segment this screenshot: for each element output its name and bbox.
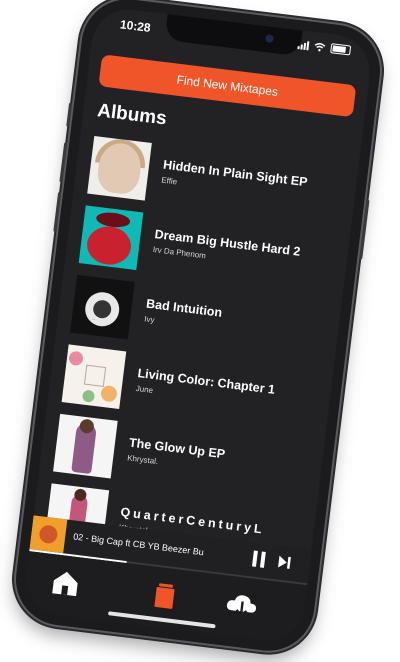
album-art-red-figure-icon (78, 205, 144, 271)
mute-switch (66, 102, 73, 127)
album-art-portrait-icon (87, 135, 152, 201)
album-list: Hidden In Plain Sight EP Effie Dream Big … (30, 128, 359, 579)
home-icon[interactable] (44, 565, 87, 600)
power-button (359, 199, 370, 260)
phone-frame: 10:28 Find New Mixtapes Albums Hidden In… (10, 0, 386, 656)
wifi-icon (314, 42, 326, 51)
album-art-figure-icon (53, 413, 118, 479)
library-icon[interactable] (143, 578, 186, 613)
now-playing-title: 02 - Big Cap ft CB YB Beezer Bu (72, 531, 205, 558)
download-cloud-icon[interactable] (221, 587, 264, 622)
skip-next-icon[interactable] (277, 555, 292, 570)
status-icons (297, 39, 352, 56)
notch (164, 13, 303, 57)
battery-icon (330, 43, 352, 56)
camera-icon (264, 34, 274, 44)
signal-icon (297, 40, 310, 50)
status-time: 10:28 (119, 17, 152, 35)
album-art-floral-icon (61, 344, 127, 410)
album-art-dark-icon: ~ (70, 274, 135, 340)
albums-heading: Albums (96, 100, 168, 130)
stage: 10:28 Find New Mixtapes Albums Hidden In… (0, 0, 400, 662)
screen: 10:28 Find New Mixtapes Albums Hidden In… (21, 5, 375, 645)
now-playing-art-icon (29, 515, 68, 554)
volume-down-button (53, 191, 62, 233)
pause-icon[interactable] (251, 550, 267, 568)
volume-up-button (59, 142, 68, 183)
